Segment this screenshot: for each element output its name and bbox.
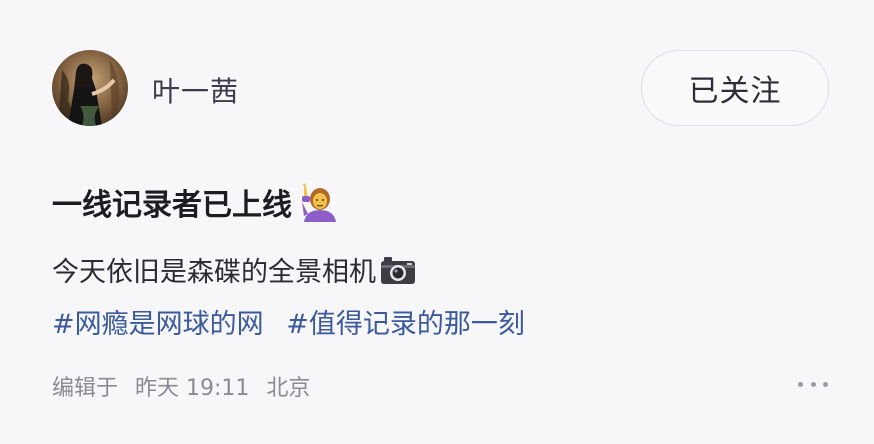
hashtag-link[interactable]: #网瘾是网球的网 <box>52 309 264 340</box>
post-body: 今天依旧是森碟的全景相机 <box>52 250 416 289</box>
post-body-text: 今天依旧是森碟的全景相机 <box>52 257 376 288</box>
post-meta: 编辑于 昨天 19:11 北京 <box>52 370 310 402</box>
post-time: 昨天 19:11 <box>135 376 250 401</box>
woman-raising-hand-emoji-icon <box>302 183 336 222</box>
post-title: 一线记录者已上线 <box>52 180 336 224</box>
camera-emoji-icon <box>381 256 415 284</box>
user-avatar[interactable] <box>52 50 128 126</box>
post-location: 北京 <box>266 376 311 401</box>
username[interactable]: 叶一茜 <box>152 70 239 110</box>
avatar-photo-icon <box>52 50 128 126</box>
following-button[interactable]: 已关注 <box>641 50 829 126</box>
post-card: 叶一茜 已关注 一线记录者已上线 今天依旧是森碟的全景相机 #网瘾是网球的网 #… <box>0 0 874 444</box>
more-horizontal-icon[interactable] <box>798 374 828 394</box>
hashtag-link[interactable]: #值得记录的那一刻 <box>286 309 525 340</box>
edited-label: 编辑于 <box>52 376 119 401</box>
post-title-text: 一线记录者已上线 <box>52 188 292 223</box>
hashtag-list: #网瘾是网球的网 #值得记录的那一刻 <box>52 302 525 341</box>
